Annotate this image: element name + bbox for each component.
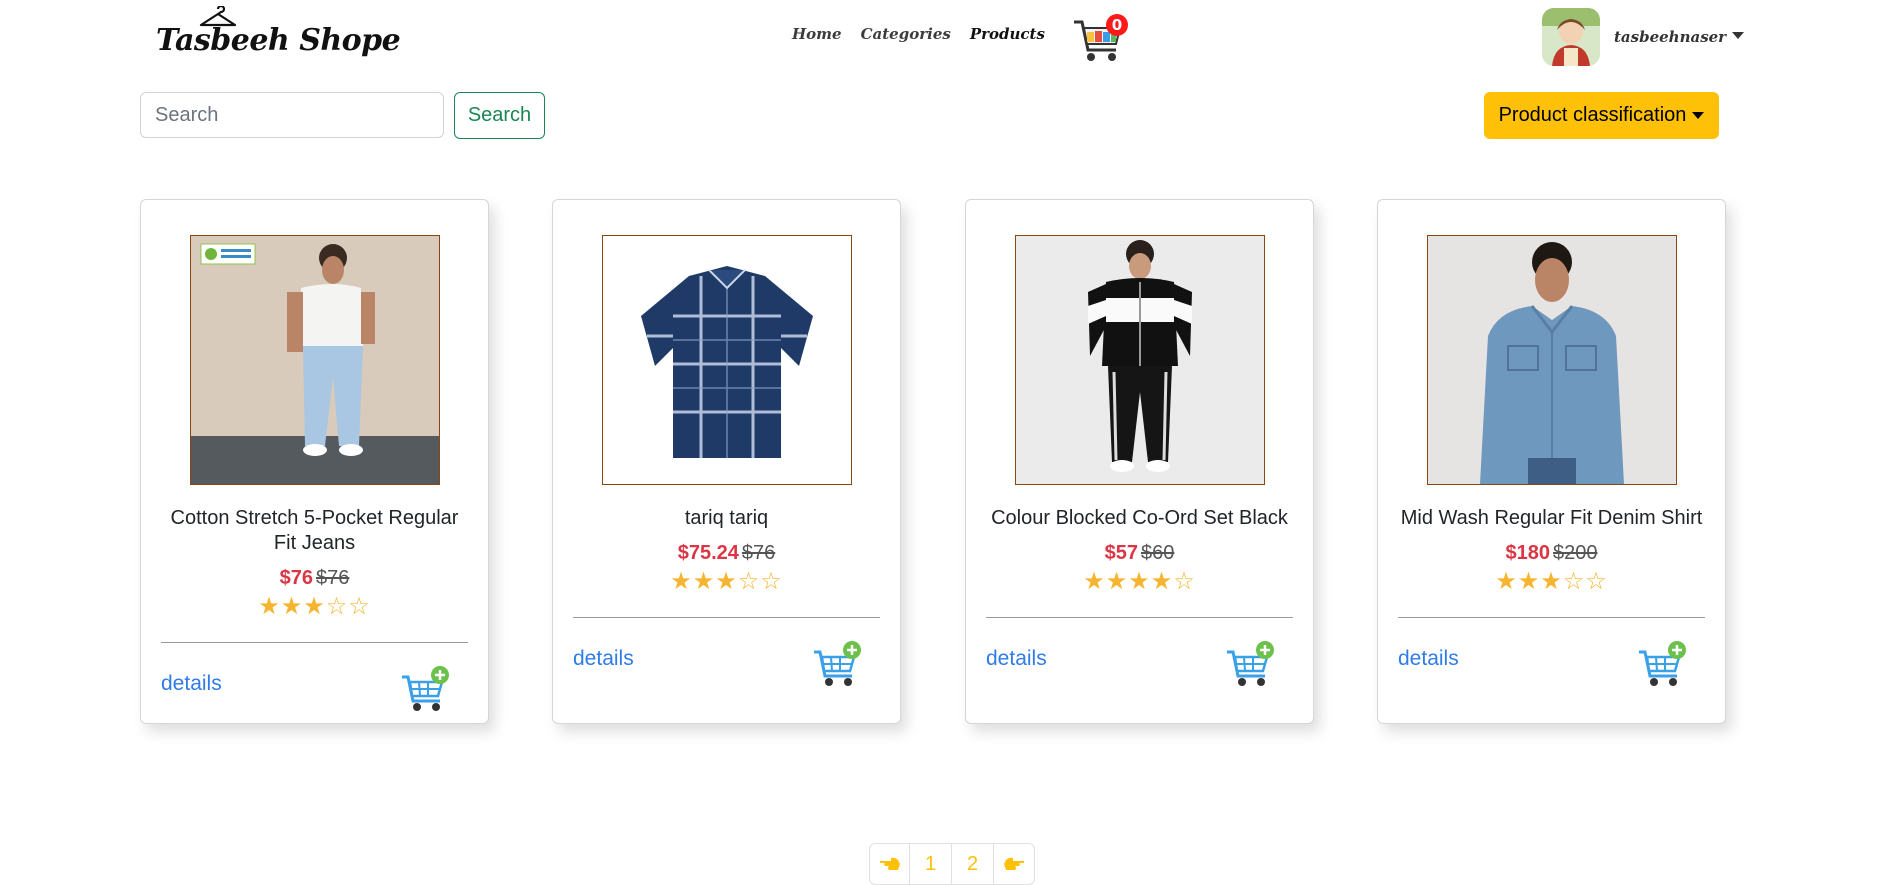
star-filled-icon: ★ bbox=[1105, 567, 1129, 595]
product-title: Cotton Stretch 5-Pocket Regular Fit Jean… bbox=[170, 507, 459, 554]
star-filled-icon: ★ bbox=[258, 592, 281, 620]
product-price: $75.24 $76 bbox=[553, 541, 900, 565]
product-classification-dropdown[interactable]: Product classification bbox=[1484, 92, 1719, 139]
product-card: tariq tariq $75.24 $76 ★★★☆☆ details bbox=[552, 199, 901, 724]
product-sale-price: $180 bbox=[1505, 542, 1551, 564]
star-filled-icon: ★ bbox=[715, 567, 738, 595]
star-filled-icon: ★ bbox=[1517, 567, 1541, 595]
star-empty-icon: ☆ bbox=[348, 592, 371, 620]
brand-logo[interactable]: Tasbeeh Shope bbox=[154, 6, 401, 64]
details-link[interactable]: details bbox=[573, 647, 634, 671]
star-filled-icon: ★ bbox=[1128, 567, 1151, 595]
pointing-right-hand-icon bbox=[1004, 857, 1024, 870]
pagination-prev[interactable] bbox=[870, 844, 910, 884]
star-empty-icon: ☆ bbox=[1562, 567, 1586, 595]
product-classification-label: Product classification bbox=[1498, 104, 1687, 126]
star-filled-icon: ★ bbox=[1083, 567, 1106, 595]
card-divider bbox=[986, 617, 1293, 618]
product-title: tariq tariq bbox=[684, 507, 769, 529]
pagination-page-2[interactable]: 2 bbox=[952, 844, 994, 884]
product-title: Mid Wash Regular Fit Denim Shirt bbox=[1400, 507, 1703, 529]
star-filled-icon: ★ bbox=[280, 592, 304, 620]
product-image[interactable] bbox=[190, 235, 440, 485]
card-divider bbox=[573, 617, 880, 618]
nav-categories-link[interactable]: Categories bbox=[861, 25, 951, 43]
star-empty-icon: ☆ bbox=[1173, 567, 1196, 595]
product-price: $57 $60 bbox=[966, 541, 1313, 565]
star-filled-icon: ★ bbox=[1540, 567, 1563, 595]
product-original-price: $76 bbox=[741, 542, 776, 564]
product-card: Cotton Stretch 5-Pocket Regular Fit Jean… bbox=[140, 199, 489, 724]
product-rating: ★★★☆☆ bbox=[1378, 568, 1725, 594]
chevron-down-icon bbox=[1732, 31, 1745, 39]
cart-button[interactable]: 0 bbox=[1072, 12, 1130, 66]
card-divider bbox=[161, 642, 468, 643]
product-image[interactable] bbox=[602, 235, 852, 485]
star-filled-icon: ★ bbox=[303, 592, 326, 620]
pagination-page-1[interactable]: 1 bbox=[910, 844, 952, 884]
username: tasbeehnaser bbox=[1614, 28, 1727, 46]
nav-products-link[interactable]: Products bbox=[970, 25, 1045, 43]
card-divider bbox=[1398, 617, 1705, 618]
product-card: Mid Wash Regular Fit Denim Shirt $180 $20… bbox=[1377, 199, 1726, 724]
product-original-price: $76 bbox=[316, 567, 350, 589]
star-empty-icon: ☆ bbox=[737, 567, 761, 595]
product-sale-price: $57 bbox=[1104, 542, 1138, 564]
chevron-down-icon bbox=[1692, 112, 1705, 119]
star-filled-icon: ★ bbox=[670, 567, 693, 595]
product-sale-price: $75.24 bbox=[677, 542, 739, 564]
main-nav: Home Categories Products bbox=[792, 22, 1045, 46]
product-image[interactable] bbox=[1427, 235, 1677, 485]
product-price: $180 $200 bbox=[1378, 541, 1725, 565]
product-original-price: $200 bbox=[1553, 542, 1598, 564]
product-card: Colour Blocked Co-Ord Set Black $57 $60 ★… bbox=[965, 199, 1314, 724]
star-empty-icon: ☆ bbox=[1585, 567, 1608, 595]
product-image[interactable] bbox=[1015, 235, 1265, 485]
add-to-cart-icon[interactable] bbox=[1637, 640, 1687, 688]
brand-name: Tasbeeh Shope bbox=[156, 23, 401, 58]
product-sale-price: $76 bbox=[279, 567, 313, 589]
product-rating: ★★★★☆ bbox=[966, 568, 1313, 594]
add-to-cart-icon[interactable] bbox=[1225, 640, 1275, 688]
nav-home-link[interactable]: Home bbox=[792, 25, 842, 43]
product-original-price: $60 bbox=[1141, 542, 1175, 564]
pointing-left-hand-icon bbox=[879, 857, 900, 870]
product-rating: ★★★☆☆ bbox=[553, 568, 900, 594]
pagination-next[interactable] bbox=[994, 844, 1034, 884]
star-empty-icon: ☆ bbox=[760, 567, 783, 595]
star-filled-icon: ★ bbox=[692, 567, 716, 595]
details-link[interactable]: details bbox=[986, 647, 1047, 671]
product-title: Colour Blocked Co-Ord Set Black bbox=[991, 507, 1288, 529]
add-to-cart-icon[interactable] bbox=[812, 640, 862, 688]
cart-count-badge: 0 bbox=[1106, 14, 1128, 36]
avatar bbox=[1542, 8, 1600, 66]
product-price: $76 $76 bbox=[141, 566, 488, 590]
star-empty-icon: ☆ bbox=[325, 592, 349, 620]
star-filled-icon: ★ bbox=[1150, 567, 1174, 595]
add-to-cart-icon[interactable] bbox=[400, 665, 450, 713]
star-filled-icon: ★ bbox=[1495, 567, 1518, 595]
details-link[interactable]: details bbox=[161, 672, 222, 696]
user-menu[interactable]: tasbeehnaser bbox=[1542, 8, 1745, 66]
pagination: 1 2 bbox=[869, 843, 1035, 885]
details-link[interactable]: details bbox=[1398, 647, 1459, 671]
product-rating: ★★★☆☆ bbox=[141, 593, 488, 619]
search-button[interactable]: Search bbox=[454, 92, 545, 139]
search-input[interactable] bbox=[140, 92, 444, 138]
